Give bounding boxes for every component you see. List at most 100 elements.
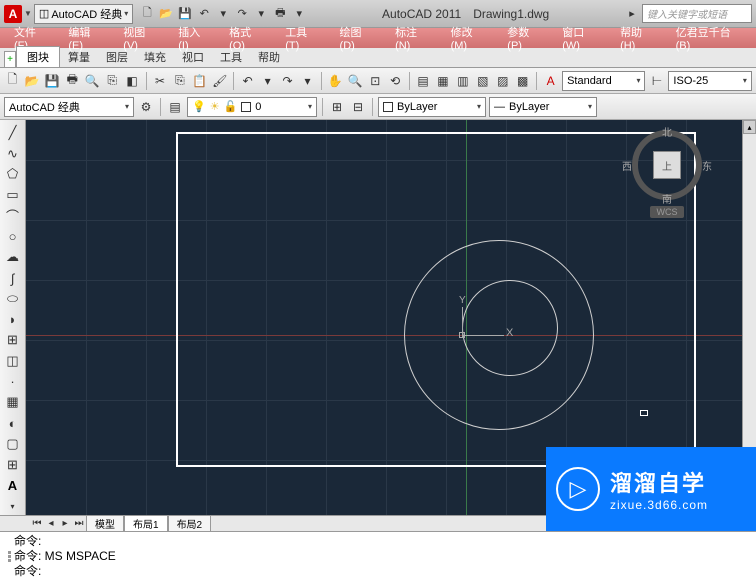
zoom-prev-icon[interactable]: ⟲ (387, 72, 404, 90)
chevron-down-icon[interactable]: ▾ (299, 72, 316, 90)
print-icon[interactable]: 🖶 (64, 72, 81, 90)
chevron-down-icon[interactable]: ▾ (215, 6, 231, 22)
new-icon[interactable]: 🗋 (4, 72, 21, 90)
menu-parametric[interactable]: 参数(P) (497, 22, 552, 54)
save-icon[interactable]: 💾 (177, 6, 193, 22)
scroll-up-icon[interactable]: ▴ (743, 120, 756, 134)
compass-north[interactable]: 北 (662, 124, 672, 139)
gear-icon[interactable]: ⚙ (137, 98, 155, 116)
pan-icon[interactable]: ✋ (327, 72, 344, 90)
zoom-icon[interactable]: 🔍 (347, 72, 364, 90)
text-style-icon[interactable]: A (542, 72, 559, 90)
revcloud-icon[interactable]: ☁ (4, 249, 22, 267)
sheetset-icon[interactable]: ▧ (474, 72, 491, 90)
zoom-window-icon[interactable]: ⊡ (367, 72, 384, 90)
menu-help[interactable]: 帮助(H) (610, 22, 666, 54)
tab-help[interactable]: 帮助 (250, 47, 288, 67)
tab-expand-icon[interactable]: + (4, 51, 16, 67)
workspace-selector-2[interactable]: AutoCAD 经典 ▾ (4, 97, 134, 117)
layer-selector[interactable]: 💡 ☀ 🔓 0 ▾ (187, 97, 317, 117)
menu-extra[interactable]: 亿君豆千台(B) (666, 22, 752, 54)
grip-icon[interactable] (4, 534, 14, 579)
chevron-down-icon[interactable]: ▾ (291, 6, 307, 22)
print-icon[interactable]: 🖶 (272, 6, 288, 22)
point-icon[interactable]: · (4, 373, 22, 391)
plot-icon[interactable]: ◧ (124, 72, 141, 90)
publish-icon[interactable]: ⎘ (104, 72, 121, 90)
dim-style-selector[interactable]: ISO-25 ▾ (668, 71, 751, 91)
copy-icon[interactable]: ⎘ (171, 72, 188, 90)
undo-icon[interactable]: ↶ (196, 6, 212, 22)
workspace-selector[interactable]: ◫ AutoCAD 经典 ▾ (34, 4, 133, 24)
match-icon[interactable]: 🖌 (211, 72, 228, 90)
color-selector[interactable]: ByLayer ▾ (378, 97, 486, 117)
toolpalettes-icon[interactable]: ▥ (454, 72, 471, 90)
menu-draw[interactable]: 绘图(D) (330, 22, 386, 54)
polyline-icon[interactable]: ∿ (4, 145, 22, 163)
dim-style-icon[interactable]: ⊢ (648, 72, 665, 90)
tab-hatch[interactable]: 填充 (136, 47, 174, 67)
quickcalc-icon[interactable]: ▩ (514, 72, 531, 90)
layer-props-icon[interactable]: ▤ (166, 98, 184, 116)
spline-icon[interactable]: ∫ (4, 269, 22, 287)
ellipse-icon[interactable]: ⬭ (4, 290, 22, 308)
viewcube-face[interactable]: 上 (653, 151, 681, 179)
tab-layer[interactable]: 图层 (98, 47, 136, 67)
new-icon[interactable]: 🗋 (139, 6, 155, 22)
layer-state-icon[interactable]: ⊞ (328, 98, 346, 116)
designcenter-icon[interactable]: ▦ (435, 72, 452, 90)
tab-block[interactable]: 图块 (16, 46, 60, 67)
polygon-icon[interactable]: ⬠ (4, 165, 22, 183)
undo-icon[interactable]: ↶ (239, 72, 256, 90)
redo-icon[interactable]: ↷ (279, 72, 296, 90)
first-tab-icon[interactable]: ⏮ (30, 518, 44, 529)
chevron-down-icon[interactable]: ▾ (253, 6, 269, 22)
prev-tab-icon[interactable]: ◂ (44, 518, 58, 529)
hatch-icon[interactable]: ▦ (4, 394, 22, 412)
open-icon[interactable]: 📂 (24, 72, 41, 90)
save-icon[interactable]: 💾 (44, 72, 61, 90)
compass-south[interactable]: 南 (662, 191, 672, 206)
region-icon[interactable]: ▢ (4, 435, 22, 453)
command-text[interactable]: 命令: 命令: MS MSPACE 命令: (14, 534, 752, 579)
app-icon[interactable]: A (4, 5, 22, 23)
menu-window[interactable]: 窗口(W) (552, 22, 610, 54)
gradient-icon[interactable]: ◐ (4, 414, 22, 432)
table-icon[interactable]: ⊞ (4, 456, 22, 474)
cut-icon[interactable]: ✂ (152, 72, 169, 90)
tab-model[interactable]: 模型 (86, 515, 124, 532)
compass-west[interactable]: 西 (622, 158, 632, 173)
chevron-down-icon[interactable]: ▾ (259, 72, 276, 90)
markup-icon[interactable]: ▨ (494, 72, 511, 90)
tab-viewport[interactable]: 视口 (174, 47, 212, 67)
line-icon[interactable]: ╱ (4, 124, 22, 142)
redo-icon[interactable]: ↷ (234, 6, 250, 22)
command-line[interactable]: 命令: 命令: MS MSPACE 命令: (0, 531, 756, 581)
viewcube-widget[interactable]: 上 北 南 东 西 WCS (622, 130, 712, 218)
chevron-down-icon[interactable]: ▾ (4, 497, 22, 515)
layer-iso-icon[interactable]: ⊟ (349, 98, 367, 116)
tab-layout2[interactable]: 布局2 (168, 515, 212, 532)
arrow-right-icon[interactable]: ▸ (624, 6, 640, 22)
insert-icon[interactable]: ⊞ (4, 331, 22, 349)
linetype-selector[interactable]: — ByLayer ▾ (489, 97, 597, 117)
paste-icon[interactable]: 📋 (191, 72, 208, 90)
mtext-icon[interactable]: A (4, 477, 22, 495)
text-style-selector[interactable]: Standard ▾ (562, 71, 645, 91)
ellipse-arc-icon[interactable]: ◗ (4, 311, 22, 329)
menu-dimension[interactable]: 标注(N) (385, 22, 441, 54)
compass-east[interactable]: 东 (702, 158, 712, 173)
rectangle-icon[interactable]: ▭ (4, 186, 22, 204)
tab-layout1[interactable]: 布局1 (124, 515, 168, 532)
properties-icon[interactable]: ▤ (415, 72, 432, 90)
arc-icon[interactable]: ⌒ (4, 207, 22, 225)
search-input[interactable]: 键入关键字或短语 (642, 4, 752, 23)
last-tab-icon[interactable]: ⏭ (72, 518, 86, 529)
chevron-down-icon[interactable]: ▼ (24, 9, 32, 18)
open-icon[interactable]: 📂 (158, 6, 174, 22)
tab-tools[interactable]: 工具 (212, 47, 250, 67)
tab-calc[interactable]: 算量 (60, 47, 98, 67)
wcs-badge[interactable]: WCS (650, 206, 684, 218)
circle-icon[interactable]: ○ (4, 228, 22, 246)
menu-modify[interactable]: 修改(M) (441, 22, 498, 54)
